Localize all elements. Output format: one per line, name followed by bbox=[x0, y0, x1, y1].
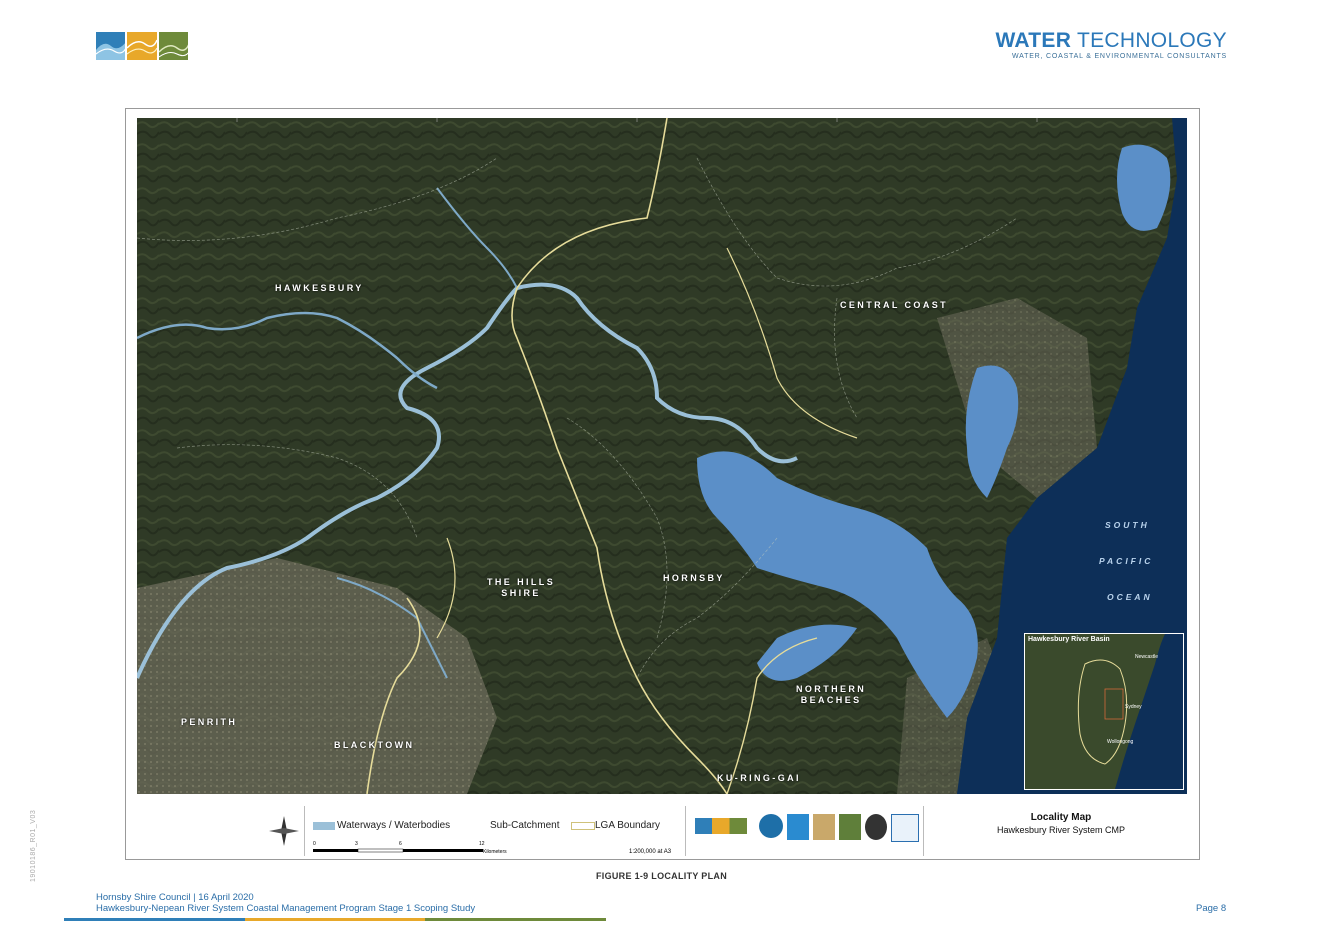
water-technology-brand: WATER TECHNOLOGY WATER, COASTAL & ENVIRO… bbox=[995, 29, 1227, 61]
footer-color-rule bbox=[64, 918, 607, 921]
wave-logo-tile-green bbox=[158, 32, 188, 60]
lga-label-the-hills-line1: THE HILLS bbox=[487, 577, 556, 587]
council-logo-black bbox=[865, 814, 887, 840]
brand-word-water: WATER bbox=[995, 29, 1072, 52]
waterways-swatch bbox=[313, 822, 335, 830]
water-technology-logo bbox=[695, 818, 747, 834]
lga-label-the-hills-line2: SHIRE bbox=[501, 588, 541, 598]
north-arrow-icon bbox=[269, 816, 299, 846]
brand-word-technology: TECHNOLOGY bbox=[1071, 29, 1227, 52]
scale-tick-12: 12 bbox=[479, 841, 485, 847]
ocean-label-ocean: OCEAN bbox=[1107, 592, 1153, 602]
inset-label-newcastle: Newcastle bbox=[1135, 654, 1159, 660]
council-logo-green bbox=[839, 814, 861, 840]
footer-line-1: Hornsby Shire Council | 16 April 2020 bbox=[96, 892, 254, 903]
document-code: 19010186_R01_V03 bbox=[30, 809, 37, 882]
scale-tick-6: 6 bbox=[399, 841, 402, 847]
lga-label-hawkesbury: HAWKESBURY bbox=[275, 283, 364, 293]
lga-label-the-hills-shire: THE HILLS SHIRE bbox=[487, 577, 555, 599]
inset-map-canvas bbox=[1025, 634, 1183, 789]
map-title: Locality Map bbox=[1030, 812, 1092, 823]
partner-logos-box bbox=[687, 806, 924, 856]
lga-label-northern-beaches: NORTHERN BEACHES bbox=[796, 684, 866, 706]
wave-logo-tile-gold bbox=[127, 32, 157, 60]
inset-label-sydney: Sydney bbox=[1125, 704, 1142, 710]
scale-tick-0: 0 bbox=[313, 841, 316, 847]
lga-label-northern-line2: BEACHES bbox=[800, 695, 862, 705]
rule-segment-green bbox=[425, 918, 607, 921]
lga-label-ku-ring-gai: KU-RING-GAI bbox=[717, 773, 801, 783]
hornsby-council-logo bbox=[891, 814, 919, 842]
council-logo-blue bbox=[787, 814, 809, 840]
scale-tick-3: 3 bbox=[355, 841, 358, 847]
key-lga: LGA Boundary bbox=[595, 820, 661, 831]
lga-label-central-coast: CENTRAL COAST bbox=[840, 300, 949, 310]
lga-label-penrith: PENRITH bbox=[181, 717, 238, 727]
inset-title: Hawkesbury River Basin bbox=[1028, 636, 1110, 643]
map-title-block: Locality Map Hawkesbury River System CMP bbox=[925, 806, 1197, 856]
key-waterways: Waterways / Waterbodies bbox=[337, 820, 451, 831]
lga-label-northern-line1: NORTHERN bbox=[796, 684, 867, 694]
rule-segment-blue bbox=[64, 918, 245, 921]
lga-swatch bbox=[571, 822, 595, 830]
rule-segment-gold bbox=[244, 918, 426, 921]
map-key-box: Waterways / Waterbodies Sub-Catchment LG… bbox=[307, 806, 686, 856]
scale-unit: Kilometers bbox=[483, 849, 507, 855]
scale-bar bbox=[313, 848, 483, 853]
inset-label-wollongong: Wollongong bbox=[1107, 739, 1134, 745]
lga-label-hornsby: HORNSBY bbox=[663, 573, 725, 583]
figure-caption: FIGURE 1-9 LOCALITY PLAN bbox=[595, 871, 728, 881]
page-number: Page 8 bbox=[1196, 903, 1227, 914]
scale-ratio: 1:200,000 at A3 bbox=[629, 849, 672, 855]
ocean-label-south: SOUTH bbox=[1105, 520, 1150, 530]
ocean-label-pacific: PACIFIC bbox=[1099, 556, 1154, 566]
council-logo-gold bbox=[813, 814, 835, 840]
footer-line-2: Hawkesbury-Nepean River System Coastal M… bbox=[96, 903, 476, 914]
lga-label-blacktown: BLACKTOWN bbox=[334, 740, 415, 750]
locality-map: HAWKESBURY CENTRAL COAST THE HILLS SHIRE… bbox=[137, 118, 1187, 794]
central-coast-council-logo bbox=[759, 814, 783, 838]
map-subtitle: Hawkesbury River System CMP bbox=[996, 825, 1126, 835]
hawkesbury-basin-inset-map: Hawkesbury River Basin Newcastle Sydney … bbox=[1024, 633, 1184, 790]
brand-tagline: WATER, COASTAL & ENVIRONMENTAL CONSULTAN… bbox=[1012, 53, 1227, 60]
map-legend-strip: Waterways / Waterbodies Sub-Catchment LG… bbox=[127, 806, 1197, 856]
wave-logo-tile-blue bbox=[96, 32, 126, 60]
company-logo-tiles bbox=[96, 32, 188, 60]
key-subcatchment: Sub-Catchment bbox=[490, 820, 560, 831]
map-notes-box bbox=[127, 806, 305, 856]
